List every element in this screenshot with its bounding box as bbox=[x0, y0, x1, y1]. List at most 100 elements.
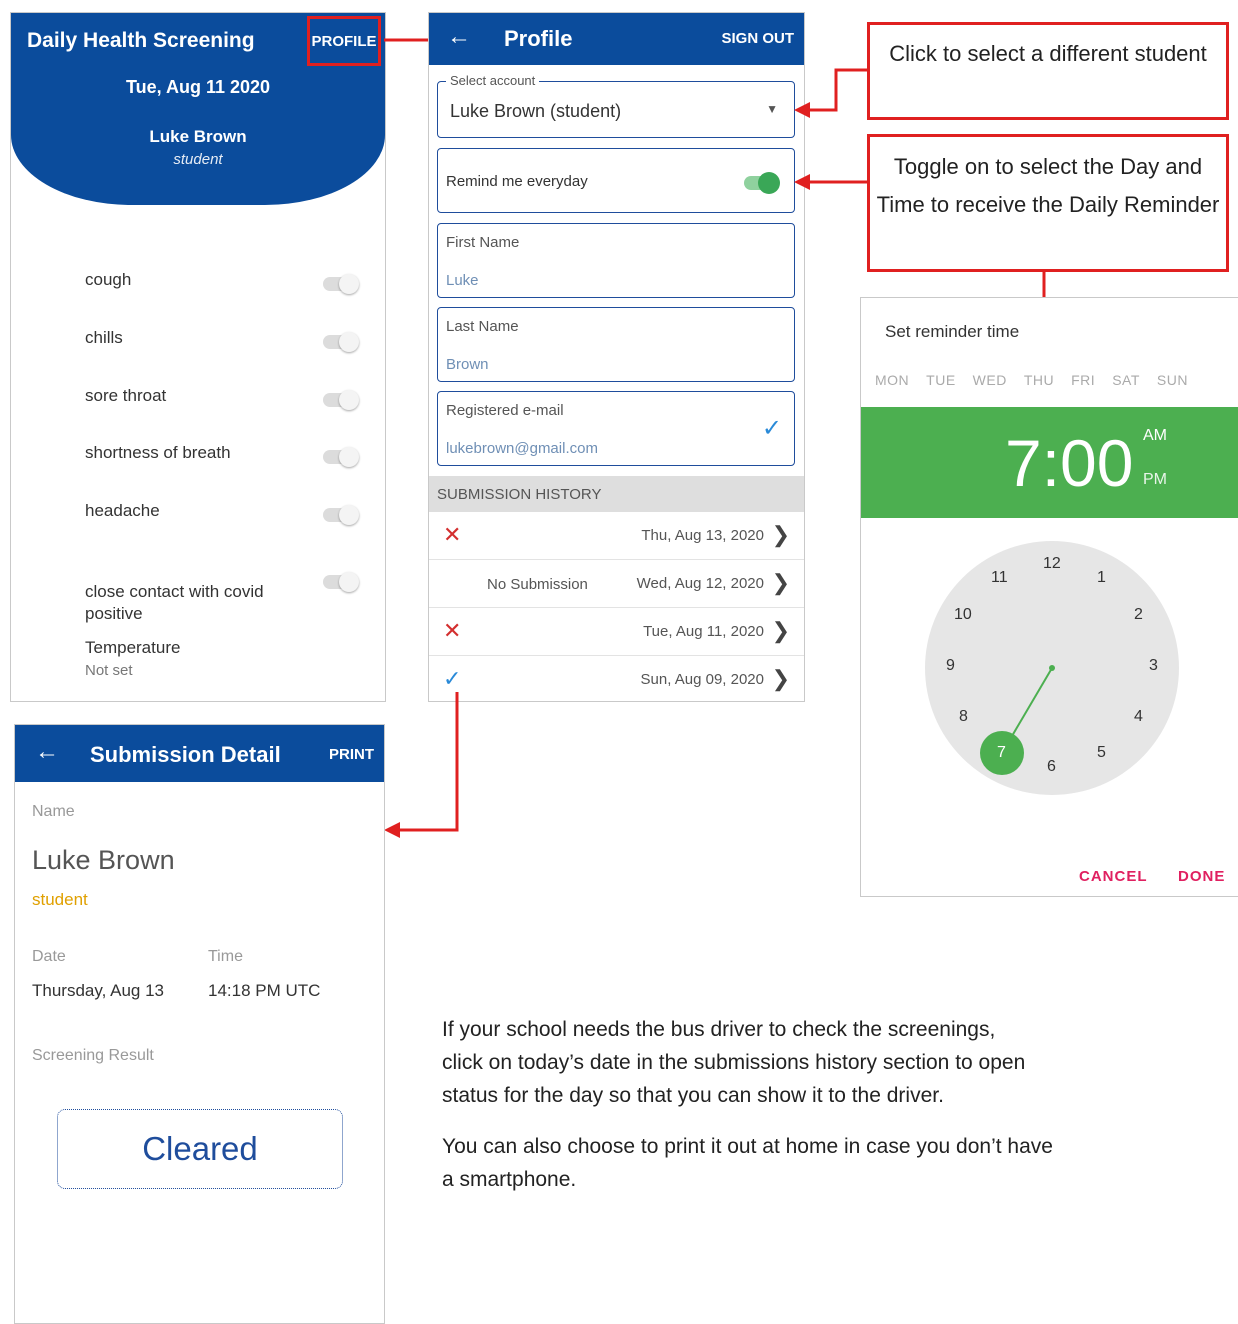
screening-panel: Daily Health Screening PROFILE Tue, Aug … bbox=[10, 12, 386, 702]
am-toggle[interactable]: AM bbox=[1143, 427, 1167, 445]
cough-toggle[interactable] bbox=[323, 274, 359, 294]
chevron-right-icon: ❯ bbox=[771, 666, 790, 691]
email-field[interactable]: Registered e-mail lukebrown@gmail.com ✓ bbox=[437, 391, 795, 466]
history-date: Wed, Aug 12, 2020 bbox=[636, 575, 764, 592]
pm-toggle[interactable]: PM bbox=[1143, 471, 1167, 489]
callout-toggle-reminder-text: Toggle on to select the Day and Time to … bbox=[876, 154, 1220, 217]
failed-x-icon: ✕ bbox=[443, 522, 462, 547]
clock-number-7-selected: 7 bbox=[997, 744, 1006, 761]
first-name-value: Luke bbox=[446, 272, 479, 289]
name-label: Name bbox=[32, 803, 75, 820]
time-display[interactable]: 7:00 bbox=[1005, 425, 1133, 501]
symptom-label: headache bbox=[85, 501, 160, 520]
back-arrow-icon[interactable]: ← bbox=[35, 738, 59, 766]
symptom-label: chills bbox=[85, 328, 123, 347]
select-account-dropdown[interactable]: Select account Luke Brown (student) ▼ bbox=[437, 73, 795, 138]
history-row[interactable]: ✓ Sun, Aug 09, 2020 ❯ bbox=[429, 656, 804, 701]
history-row[interactable]: ✕ Thu, Aug 13, 2020 ❯ bbox=[429, 512, 804, 560]
student-name: Luke Brown bbox=[149, 127, 247, 146]
symptom-label: shortness of breath bbox=[85, 443, 231, 462]
done-button[interactable]: DONE bbox=[1178, 868, 1225, 885]
clock-number-3: 3 bbox=[1149, 657, 1158, 674]
close-contact-toggle[interactable] bbox=[323, 572, 359, 592]
symptom-label: cough bbox=[85, 270, 132, 289]
screening-header: Daily Health Screening PROFILE Tue, Aug … bbox=[11, 13, 385, 205]
arrow-select-student-connector bbox=[794, 68, 867, 118]
clock-number-2: 2 bbox=[1134, 606, 1143, 623]
screening-title: Daily Health Screening bbox=[27, 29, 255, 52]
day-fri[interactable]: FRI bbox=[1071, 372, 1095, 388]
reminder-time-label: Set reminder time bbox=[885, 322, 1020, 341]
history-date: Tue, Aug 11, 2020 bbox=[643, 623, 764, 640]
headache-toggle[interactable] bbox=[323, 505, 359, 525]
chevron-right-icon: ❯ bbox=[771, 570, 790, 595]
screening-result-label: Screening Result bbox=[32, 1047, 154, 1064]
history-date: Thu, Aug 13, 2020 bbox=[641, 527, 764, 544]
last-name-value: Brown bbox=[446, 356, 489, 373]
print-button[interactable]: PRINT bbox=[329, 746, 374, 763]
screening-date: Tue, Aug 11 2020 bbox=[125, 77, 271, 97]
day-mon[interactable]: MON bbox=[875, 372, 909, 388]
instruction-line: a smartphone. bbox=[442, 1168, 577, 1191]
verified-check-icon: ✓ bbox=[761, 415, 782, 442]
clock-number-5: 5 bbox=[1097, 744, 1106, 761]
arrow-toggle-connector bbox=[794, 174, 867, 190]
selected-account-value: Luke Brown (student) bbox=[450, 101, 622, 121]
no-submission-label: No Submission bbox=[487, 576, 588, 593]
date-label: Date bbox=[32, 948, 66, 965]
clock-number-8: 8 bbox=[959, 708, 968, 725]
back-arrow-icon[interactable]: ← bbox=[447, 23, 471, 51]
submission-detail-panel: ← Submission Detail PRINT Name Luke Brow… bbox=[14, 724, 385, 1324]
detail-date: Thursday, Aug 13 bbox=[32, 981, 164, 1000]
day-wed[interactable]: WED bbox=[973, 372, 1007, 388]
chills-toggle[interactable] bbox=[323, 332, 359, 352]
clock-dial[interactable]: 12 1 2 3 4 5 6 7 8 9 10 11 bbox=[925, 541, 1179, 795]
day-thu[interactable]: THU bbox=[1024, 372, 1054, 388]
weekday-selector: MON TUE WED THU FRI SAT SUN bbox=[875, 372, 1205, 388]
clock-number-6: 6 bbox=[1047, 758, 1056, 775]
symptom-label: sore throat bbox=[85, 386, 167, 405]
chevron-right-icon: ❯ bbox=[771, 618, 790, 643]
day-tue[interactable]: TUE bbox=[926, 372, 956, 388]
day-sun[interactable]: SUN bbox=[1157, 372, 1188, 388]
shortness-of-breath-toggle[interactable] bbox=[323, 447, 359, 467]
cancel-button[interactable]: CANCEL bbox=[1079, 868, 1148, 885]
detail-time: 14:18 PM UTC bbox=[208, 981, 321, 1000]
remind-label: Remind me everyday bbox=[446, 173, 588, 190]
history-row[interactable]: No Submission Wed, Aug 12, 2020 ❯ bbox=[429, 560, 804, 608]
profile-header: ← Profile SIGN OUT bbox=[429, 13, 804, 65]
profile-panel: ← Profile SIGN OUT Select account Luke B… bbox=[428, 12, 805, 702]
submission-detail-header: ← Submission Detail PRINT bbox=[15, 725, 384, 782]
callout-select-student: Click to select a different student bbox=[867, 22, 1229, 120]
remind-row: Remind me everyday bbox=[437, 148, 795, 213]
clock-number-11: 11 bbox=[991, 569, 1008, 586]
clock-number-1: 1 bbox=[1097, 569, 1106, 586]
instruction-line: You can also choose to print it out at h… bbox=[442, 1135, 1053, 1158]
clock-number-10: 10 bbox=[954, 606, 972, 623]
cleared-result-badge: Cleared bbox=[57, 1109, 343, 1189]
select-account-legend: Select account bbox=[446, 73, 540, 88]
first-name-field[interactable]: First Name Luke bbox=[437, 223, 795, 298]
profile-button[interactable]: PROFILE bbox=[307, 16, 381, 66]
cleared-check-icon: ✓ bbox=[443, 666, 462, 691]
time-label: Time bbox=[208, 948, 243, 965]
history-row[interactable]: ✕ Tue, Aug 11, 2020 ❯ bbox=[429, 608, 804, 656]
callout-toggle-reminder: Toggle on to select the Day and Time to … bbox=[867, 134, 1229, 272]
clock-hand bbox=[980, 665, 1055, 775]
sore-throat-toggle[interactable] bbox=[323, 390, 359, 410]
submission-detail-title: Submission Detail bbox=[90, 742, 281, 767]
email-value: lukebrown@gmail.com bbox=[446, 440, 598, 457]
chevron-right-icon: ❯ bbox=[771, 522, 790, 547]
clock-number-4: 4 bbox=[1134, 708, 1143, 725]
last-name-field[interactable]: Last Name Brown bbox=[437, 307, 795, 382]
arrow-detail-connector bbox=[384, 692, 459, 838]
day-sat[interactable]: SAT bbox=[1112, 372, 1140, 388]
sign-out-button[interactable]: SIGN OUT bbox=[721, 30, 794, 47]
instruction-line: status for the day so that you can show … bbox=[442, 1084, 944, 1107]
instruction-line: If your school needs the bus driver to c… bbox=[442, 1018, 996, 1041]
remind-toggle[interactable] bbox=[744, 172, 780, 194]
clock-number-12: 12 bbox=[1043, 555, 1061, 572]
temperature-label[interactable]: Temperature bbox=[85, 638, 180, 658]
student-role: student bbox=[173, 151, 223, 168]
submission-history-header: SUBMISSION HISTORY bbox=[429, 476, 804, 512]
